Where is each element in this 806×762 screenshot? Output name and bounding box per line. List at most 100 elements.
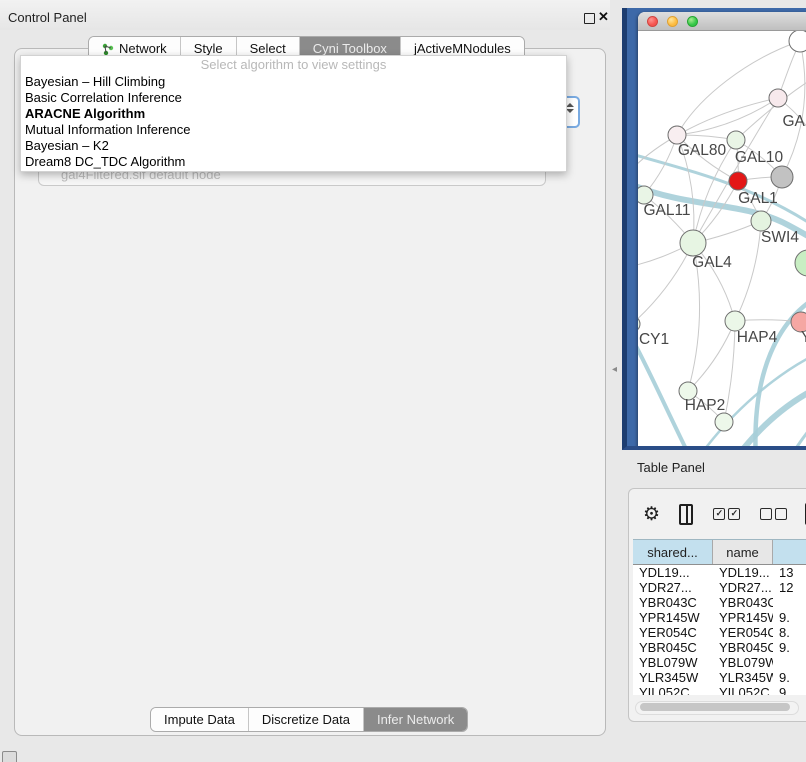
dropdown-item[interactable]: Mutual Information Inference xyxy=(21,122,566,138)
table-cell xyxy=(773,595,806,610)
table-cell: YDR27... xyxy=(633,580,713,595)
hidden-panel-icon[interactable] xyxy=(2,751,17,762)
network-canvas[interactable]: GALGAL80GAL10GAL1SWI4GAL11GAL4GCY1HAP4YH… xyxy=(638,31,806,450)
table-body: YDL19...YDL19...13YDR27...YDR27...12YBR0… xyxy=(633,565,806,695)
dropdown-item[interactable]: Dream8 DC_TDC Algorithm xyxy=(21,154,566,170)
network-node[interactable] xyxy=(729,172,747,190)
gear-icon[interactable]: ⚙ xyxy=(643,503,660,526)
control-panel-titlebar xyxy=(0,0,610,30)
network-node[interactable] xyxy=(680,230,706,256)
network-edge xyxy=(688,321,735,391)
network-edge-thick xyxy=(734,377,806,450)
column-header[interactable] xyxy=(773,540,806,564)
dropdown-item[interactable]: Bayesian – K2 xyxy=(21,138,566,154)
close-icon[interactable]: ✕ xyxy=(598,9,609,25)
table-cell: YPR145W xyxy=(713,610,773,625)
column-header[interactable]: name xyxy=(713,540,773,564)
table-cell: YBR045C xyxy=(713,640,773,655)
node-label: GAL11 xyxy=(643,202,690,219)
table-cell: 9. xyxy=(773,610,806,625)
bottom-tabbar: Impute Data Discretize Data Infer Networ… xyxy=(150,707,468,732)
network-node[interactable] xyxy=(725,311,745,331)
algorithm-dropdown-list: Select algorithm to view settings Bayesi… xyxy=(20,55,567,172)
table-cell: YBL079W xyxy=(713,655,773,670)
table-cell: YBL079W xyxy=(633,655,713,670)
node-label: GAL80 xyxy=(678,142,727,159)
table-cell: 8. xyxy=(773,625,806,640)
dropdown-item[interactable]: ARACNE Algorithm xyxy=(21,106,566,122)
close-traffic-light[interactable] xyxy=(647,16,658,27)
table-cell: YDR27... xyxy=(713,580,773,595)
network-node[interactable] xyxy=(789,31,806,52)
network-node[interactable] xyxy=(771,166,793,188)
table-row[interactable]: YBL079WYBL079W xyxy=(633,655,806,670)
network-edge-thick xyxy=(788,401,806,450)
table-cell: YLR345W xyxy=(633,670,713,685)
network-edge xyxy=(782,41,805,177)
network-window-titlebar[interactable] xyxy=(638,12,806,31)
table-cell: 12 xyxy=(773,580,806,595)
network-view-window: GALGAL80GAL10GAL1SWI4GAL11GAL4GCY1HAP4YH… xyxy=(638,12,806,450)
table-toolbar: ⚙ ✓ ✓ xyxy=(629,495,806,533)
table-cell: YBR043C xyxy=(713,595,773,610)
network-node[interactable] xyxy=(751,211,771,231)
node-label: GCY1 xyxy=(638,331,669,348)
table-row[interactable]: YDL19...YDL19...13 xyxy=(633,565,806,580)
tab-discretize-data[interactable]: Discretize Data xyxy=(249,708,364,731)
dropdown-placeholder: Select algorithm to view settings xyxy=(21,56,566,74)
table-cell: YLR345W xyxy=(713,670,773,685)
network-node[interactable] xyxy=(769,89,787,107)
tab-label: Network xyxy=(119,41,167,56)
table-cell: 9. xyxy=(773,640,806,655)
network-node[interactable] xyxy=(795,250,806,276)
table-row[interactable]: YIL052CYIL052C9 xyxy=(633,685,806,695)
table-cell: YBR043C xyxy=(633,595,713,610)
columns-icon[interactable] xyxy=(679,504,693,525)
node-label: GAL xyxy=(782,113,806,130)
table-cell: YPR145W xyxy=(633,610,713,625)
tab-impute-data[interactable]: Impute Data xyxy=(151,708,249,731)
network-view-frame: GALGAL80GAL10GAL1SWI4GAL11GAL4GCY1HAP4YH… xyxy=(622,8,806,450)
deselect-all-columns-icon[interactable] xyxy=(760,508,787,520)
tab-infer-network[interactable]: Infer Network xyxy=(364,708,467,731)
network-node[interactable] xyxy=(727,131,745,149)
table-cell: YIL052C xyxy=(713,685,773,695)
table-cell: 9 xyxy=(773,685,806,695)
panel-collapse-arrow[interactable]: ◂ xyxy=(612,364,617,375)
table-cell: 13 xyxy=(773,565,806,580)
node-label: HAP2 xyxy=(685,397,726,414)
minimize-traffic-light[interactable] xyxy=(667,16,678,27)
table-cell: YER054C xyxy=(633,625,713,640)
table-cell: YDL19... xyxy=(713,565,773,580)
table-row[interactable]: YLR345WYLR345W9. xyxy=(633,670,806,685)
network-node[interactable] xyxy=(715,413,733,431)
select-all-columns-icon[interactable]: ✓ ✓ xyxy=(713,508,740,520)
node-label: GAL1 xyxy=(738,190,778,207)
zoom-traffic-light[interactable] xyxy=(687,16,698,27)
float-window-icon[interactable] xyxy=(584,13,595,24)
network-tab-icon xyxy=(102,43,114,55)
table-panel-window: ⚙ ✓ ✓ shared...name YDL19...YDL19...13YD… xyxy=(628,488,806,722)
table-row[interactable]: YER054CYER054C8. xyxy=(633,625,806,640)
table-row[interactable]: YBR045CYBR045C9. xyxy=(633,640,806,655)
attribute-table: shared...name YDL19...YDL19...13YDR27...… xyxy=(633,539,806,695)
network-node[interactable] xyxy=(638,316,640,332)
table-cell: YBR045C xyxy=(633,640,713,655)
table-row[interactable]: YDR27...YDR27...12 xyxy=(633,580,806,595)
network-edge xyxy=(735,221,761,321)
dropdown-item[interactable]: Basic Correlation Inference xyxy=(21,90,566,106)
node-label: GAL4 xyxy=(692,254,732,271)
table-horizontal-scrollbar[interactable] xyxy=(635,701,799,715)
column-header[interactable]: shared... xyxy=(633,540,713,564)
control-panel-title: Control Panel xyxy=(8,10,87,25)
dropdown-item[interactable]: Bayesian – Hill Climbing xyxy=(21,74,566,90)
table-cell: 9. xyxy=(773,670,806,685)
node-label: GAL10 xyxy=(735,149,784,166)
table-row[interactable]: YPR145WYPR145W9. xyxy=(633,610,806,625)
table-row[interactable]: YBR043CYBR043C xyxy=(633,595,806,610)
table-header: shared...name xyxy=(633,539,806,565)
node-label: Y xyxy=(801,329,806,346)
table-cell xyxy=(773,655,806,670)
table-cell: YDL19... xyxy=(633,565,713,580)
node-label: HAP4 xyxy=(737,329,778,346)
